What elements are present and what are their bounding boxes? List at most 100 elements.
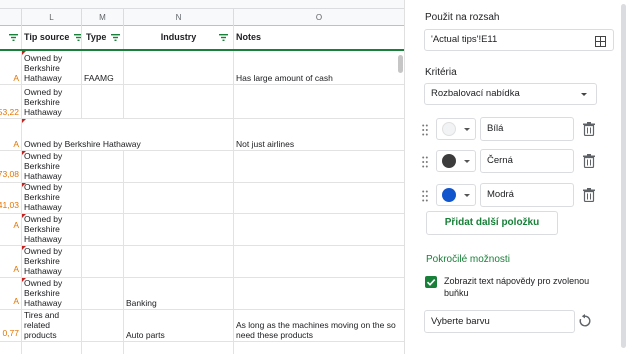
cell-notes[interactable] [234, 183, 405, 213]
header-cell-industry[interactable]: Industry [124, 26, 234, 49]
cell-tip-source[interactable]: Owned by Berkshire Hathaway [22, 85, 82, 118]
table-row[interactable]: A Owned by Berkshire Hathaway Banking [0, 278, 405, 310]
cell-tip-source[interactable]: Owned by Berkshire Hathaway [22, 246, 82, 277]
reset-icon[interactable] [578, 314, 592, 328]
cell-industry[interactable] [124, 151, 234, 182]
filter-icon[interactable] [9, 34, 18, 42]
cell-type[interactable] [82, 310, 124, 341]
cell-type[interactable] [82, 342, 124, 354]
header-cell-type[interactable]: Type [82, 26, 124, 49]
advanced-options-link[interactable]: Pokročilé možnosti [426, 254, 510, 265]
item-value-input[interactable]: Černá [480, 149, 574, 173]
column-letter-k[interactable] [0, 9, 22, 26]
cell-industry[interactable]: Auto parts [124, 310, 234, 341]
drag-handle-icon[interactable] [422, 189, 428, 202]
cell-industry[interactable] [124, 183, 234, 213]
table-row[interactable]: A Owned by Berkshire Hathaway [0, 246, 405, 278]
cell-industry[interactable] [124, 51, 234, 84]
table-row[interactable]: 0,77 Tires and related products Auto par… [0, 310, 405, 342]
table-row[interactable]: 53,22 Owned by Berkshire Hathaway [0, 85, 405, 119]
item-value-input[interactable]: Modrá [480, 183, 574, 207]
cell-tip-source[interactable]: Owned by Berkshire Hathaway [22, 51, 82, 84]
criteria-select[interactable]: Rozbalovací nabídka [424, 83, 597, 105]
cell-type[interactable] [82, 214, 124, 245]
cell-k[interactable]: 73,08 [0, 151, 22, 182]
color-picker-button[interactable] [436, 150, 476, 172]
cell-notes[interactable]: Has large amount of cash [234, 51, 405, 84]
panel-scrollbar-thumb[interactable] [621, 4, 626, 348]
help-color-input[interactable]: Vyberte barvu [424, 310, 575, 333]
cell-industry[interactable] [124, 85, 234, 118]
column-letter-l[interactable]: L [22, 9, 82, 26]
cell-type[interactable] [82, 85, 124, 118]
cell-industry[interactable] [124, 246, 234, 277]
table-row[interactable]: 41,03 Owned by Berkshire Hathaway [0, 183, 405, 214]
filter-icon[interactable] [110, 34, 120, 42]
cell-tip-source[interactable]: Owned by Berkshire Hathaway [22, 214, 82, 245]
cell-type[interactable] [82, 278, 124, 309]
table-row[interactable]: A Owned by Berkshire Hathaway FAAMG Has … [0, 51, 405, 85]
drag-handle-icon[interactable] [422, 155, 428, 168]
cell-industry[interactable]: Banking [124, 278, 234, 309]
help-color-placeholder: Vyberte barvu [431, 316, 490, 327]
cell-k[interactable]: 53,22 [0, 85, 22, 118]
cell-k[interactable]: 41,03 [0, 183, 22, 213]
cell-k[interactable]: A [0, 214, 22, 245]
cell-notes[interactable] [234, 85, 405, 118]
table-row[interactable]: A Owned by Berkshire Hathaway Not just a… [0, 119, 405, 151]
cell-industry[interactable] [124, 342, 234, 354]
cell-tip-source[interactable]: Tires and related products [22, 310, 82, 341]
cell-k[interactable] [0, 342, 22, 354]
dropdown-item: Modrá [422, 183, 607, 207]
cell-notes[interactable] [234, 342, 405, 354]
show-help-checkbox[interactable] [425, 276, 437, 288]
cell-k[interactable]: 0,77 [0, 310, 22, 341]
cell-tip-source[interactable]: Owned by Berkshire Hathaway [22, 278, 82, 309]
cell-notes[interactable]: Not just airlines [234, 119, 405, 150]
chevron-down-icon [464, 194, 470, 197]
filter-icon[interactable] [73, 34, 81, 42]
table-row[interactable]: A Owned by Berkshire Hathaway [0, 214, 405, 246]
header-cell-notes[interactable]: Notes [234, 26, 405, 49]
trash-icon[interactable] [583, 154, 595, 169]
item-value-input[interactable]: Bílá [480, 117, 574, 141]
cell-notes[interactable] [234, 214, 405, 245]
cell-k[interactable]: A [0, 246, 22, 277]
dropdown-item: Bílá [422, 117, 607, 141]
header-cell-tip-source[interactable]: Tip source [22, 26, 82, 49]
cell-notes[interactable]: As long as the machines moving on the so… [234, 310, 405, 341]
cell-notes[interactable] [234, 246, 405, 277]
panel-scrollbar[interactable] [617, 0, 630, 354]
table-row[interactable]: 73,08 Owned by Berkshire Hathaway [0, 151, 405, 183]
cell-type[interactable] [82, 151, 124, 182]
cell-type[interactable] [82, 246, 124, 277]
color-swatch [442, 188, 456, 202]
cell-type[interactable]: FAAMG [82, 51, 124, 84]
cell-tip-source[interactable]: Owned by Berkshire Hathaway [22, 151, 82, 182]
cell-notes[interactable] [234, 151, 405, 182]
spreadsheet-grid[interactable]: L M N O Tip source Type Industry Notes A… [0, 0, 405, 354]
trash-icon[interactable] [583, 188, 595, 203]
cell-tip-source[interactable]: Owned by Berkshire Hathaway [22, 119, 234, 150]
table-row[interactable] [0, 342, 405, 354]
sheet-scrollbar[interactable] [398, 55, 403, 73]
drag-handle-icon[interactable] [422, 123, 428, 136]
trash-icon[interactable] [583, 122, 595, 137]
cell-type[interactable] [82, 183, 124, 213]
grid-select-icon[interactable] [595, 35, 606, 47]
column-letter-n[interactable]: N [124, 9, 234, 26]
color-picker-button[interactable] [436, 184, 476, 206]
cell-industry[interactable] [124, 214, 234, 245]
cell-k[interactable]: A [0, 51, 22, 84]
cell-k[interactable]: A [0, 278, 22, 309]
add-item-button[interactable]: Přidat další položku [426, 211, 558, 235]
cell-notes[interactable] [234, 278, 405, 309]
cell-tip-source[interactable] [22, 342, 82, 354]
range-input[interactable]: 'Actual tips'!E11 [424, 29, 614, 51]
cell-k[interactable]: A [0, 119, 22, 150]
column-letter-m[interactable]: M [82, 9, 124, 26]
column-letter-o[interactable]: O [234, 9, 405, 26]
filter-icon[interactable] [219, 34, 228, 41]
color-picker-button[interactable] [436, 118, 476, 140]
cell-tip-source[interactable]: Owned by Berkshire Hathaway [22, 183, 82, 213]
